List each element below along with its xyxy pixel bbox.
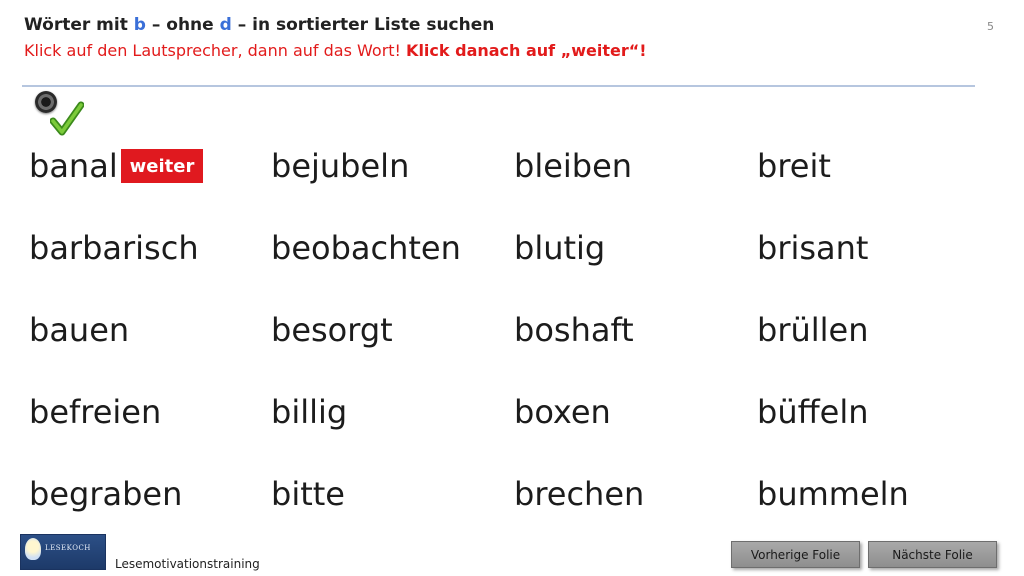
word-item[interactable]: befreien — [29, 396, 161, 428]
word-item[interactable]: bummeln — [757, 478, 909, 510]
word-item[interactable]: boshaft — [514, 314, 634, 346]
word-item[interactable]: büffeln — [757, 396, 869, 428]
word-grid: banal barbarisch bauen befreien begraben… — [0, 0, 1024, 576]
weiter-button[interactable]: weiter — [121, 149, 203, 183]
word-item[interactable]: blutig — [514, 232, 605, 264]
next-slide-button[interactable]: Nächste Folie — [868, 541, 997, 568]
previous-slide-button[interactable]: Vorherige Folie — [731, 541, 860, 568]
lightbulb-icon — [25, 538, 41, 560]
logo-text: LESEKOCH — [45, 544, 91, 552]
word-item[interactable]: billig — [271, 396, 347, 428]
word-item[interactable]: besorgt — [271, 314, 393, 346]
leseKoch-logo: LESEKOCH — [20, 534, 106, 570]
word-item[interactable]: bleiben — [514, 150, 632, 182]
word-item[interactable]: brisant — [757, 232, 868, 264]
footer-label: Lesemotivationstraining — [115, 557, 260, 571]
word-item[interactable]: bejubeln — [271, 150, 409, 182]
word-item[interactable]: barbarisch — [29, 232, 199, 264]
word-item[interactable]: breit — [757, 150, 831, 182]
word-item[interactable]: brüllen — [757, 314, 869, 346]
word-item[interactable]: banal — [29, 150, 118, 182]
word-item[interactable]: brechen — [514, 478, 644, 510]
word-item[interactable]: beobachten — [271, 232, 461, 264]
word-item[interactable]: bitte — [271, 478, 345, 510]
word-item[interactable]: begraben — [29, 478, 182, 510]
word-item[interactable]: bauen — [29, 314, 129, 346]
word-item[interactable]: boxen — [514, 396, 611, 428]
